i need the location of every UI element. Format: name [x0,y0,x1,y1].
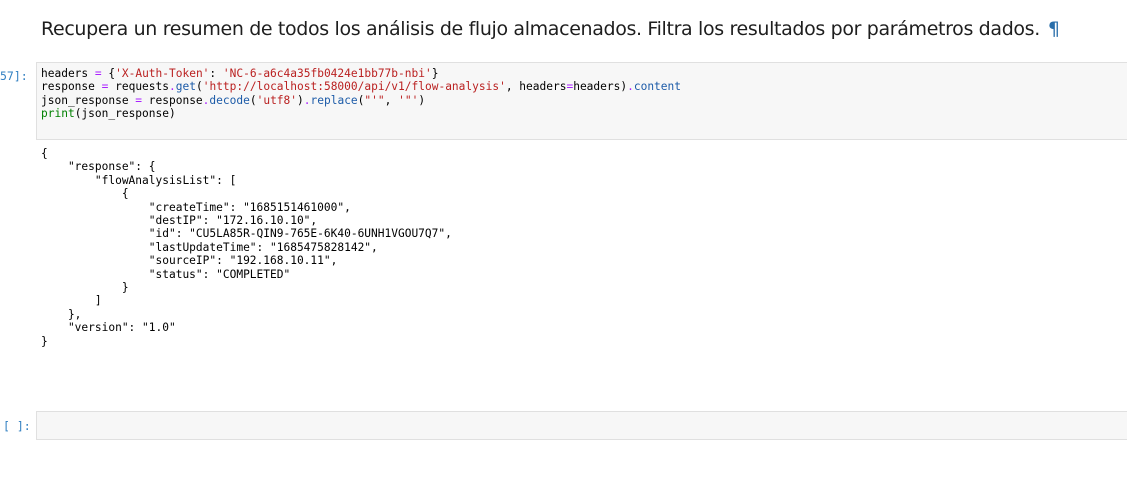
heading-text: Recupera un resumen de todos los análisi… [41,18,1040,40]
cell-prompt: 57]: [0,69,28,83]
code-token: content [633,80,681,94]
code-token: ( [249,93,257,107]
code-token: headers) [573,80,628,94]
cell-output: { "response": { "flowAnalysisList": [ { … [41,147,452,348]
code-token: 'utf8' [256,93,298,107]
code-token: 'X-Auth-Token' [115,67,210,80]
code-token: requests [108,80,169,94]
code-line: print(json_response) [41,107,1127,120]
code-token: : [209,67,223,80]
code-line: response = requests.get('http://localhos… [41,80,1127,93]
code-token: "'" [364,93,385,107]
code-token: decode [209,93,250,107]
empty-cell-prompt: [ ]: [3,419,31,433]
code-token: , headers [505,80,567,94]
code-token: } [431,67,439,80]
markdown-heading: Recupera un resumen de todos los análisi… [41,18,1060,40]
code-token: 'NC-6-a6c4a35fb0424e1bb77b-nbi' [222,67,432,80]
code-token: { [101,67,116,80]
code-token: 'http://localhost:58000/api/v1/flow-anal… [202,80,506,94]
code-line: json_response = response.decode('utf8').… [41,94,1127,107]
code-token: ( [195,80,203,94]
code-token: response [41,80,102,94]
code-token: , [384,93,399,107]
code-editor[interactable]: headers = {'X-Auth-Token': 'NC-6-a6c4a35… [37,63,1127,120]
code-token: = [94,67,102,80]
empty-code-cell[interactable] [36,411,1127,440]
code-token: replace [310,93,358,107]
code-token: get [175,80,196,94]
anchor-link[interactable]: ¶ [1048,18,1060,40]
code-line: headers = {'X-Auth-Token': 'NC-6-a6c4a35… [41,67,1127,80]
code-token: headers [41,67,95,80]
code-token: . [627,80,634,94]
code-cell-input[interactable]: headers = {'X-Auth-Token': 'NC-6-a6c4a35… [36,62,1127,140]
code-token: print [41,106,75,120]
code-token: ) [418,93,426,107]
code-token: '"' [398,93,419,107]
code-token: response [142,93,203,107]
code-token: . [303,93,311,107]
code-token: json_response [41,93,136,107]
code-token: ) [297,93,304,107]
code-token: . [169,80,176,94]
code-token: (json_response) [74,106,176,120]
